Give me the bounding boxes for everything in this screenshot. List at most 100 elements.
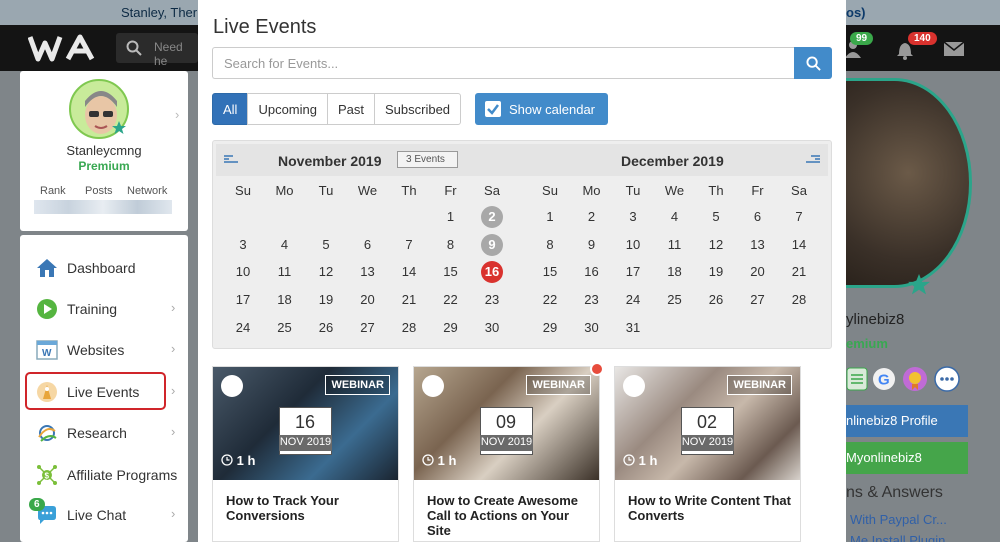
calendar-day[interactable]: 22: [437, 289, 465, 311]
show-calendar-toggle[interactable]: Show calendar: [475, 93, 608, 125]
google-badge-icon[interactable]: G: [872, 367, 896, 391]
calendar-day[interactable]: 2: [578, 206, 606, 228]
calendar-day[interactable]: 12: [312, 261, 340, 283]
calendar-day[interactable]: 16: [578, 261, 606, 283]
calendar-day[interactable]: 22: [536, 289, 564, 311]
event-duration-value: 1 h: [437, 453, 457, 468]
calendar-day[interactable]: 17: [229, 289, 257, 311]
prev-month-icon[interactable]: [223, 153, 239, 165]
calendar-day[interactable]: 6: [744, 206, 772, 228]
calendar-day[interactable]: 27: [744, 289, 772, 311]
calendar-day[interactable]: 6: [354, 234, 382, 256]
event-title[interactable]: How to Create Awesome Call to Actions on…: [427, 493, 592, 538]
sidebar-item-research[interactable]: Research ›: [20, 413, 188, 453]
calendar-day[interactable]: 26: [702, 289, 730, 311]
calendar-day[interactable]: 10: [229, 261, 257, 283]
calendar-day[interactable]: 20: [744, 261, 772, 283]
calendar-day[interactable]: 24: [619, 289, 647, 311]
event-card[interactable]: WEBINAR 02 NOV 2019 1 h How to Write Con…: [614, 366, 801, 542]
sidebar-item-affiliate-programs[interactable]: $ Affiliate Programs: [20, 455, 188, 495]
calendar-day[interactable]: 18: [661, 261, 689, 283]
more-options-icon[interactable]: [934, 366, 960, 392]
calendar-day[interactable]: 21: [785, 261, 813, 283]
weekday-label: Fr: [751, 183, 764, 198]
calendar-day[interactable]: 30: [478, 317, 506, 339]
membership-label: Premium: [78, 159, 130, 173]
list-badge-icon[interactable]: [846, 367, 868, 391]
calendar-day[interactable]: 31: [619, 317, 647, 339]
calendar-day[interactable]: 17: [619, 261, 647, 283]
calendar-day[interactable]: 28: [785, 289, 813, 311]
tab-subscribed[interactable]: Subscribed: [374, 93, 462, 125]
wa-logo-icon[interactable]: [28, 33, 100, 63]
calendar-day[interactable]: 20: [354, 289, 382, 311]
calendar-day[interactable]: 26: [312, 317, 340, 339]
wa-badge-icon: [623, 375, 645, 397]
event-title[interactable]: How to Track Your Conversions: [226, 493, 391, 523]
calendar-day[interactable]: 18: [271, 289, 299, 311]
calendar-day[interactable]: 12: [702, 234, 730, 256]
calendar-day[interactable]: 1: [536, 206, 564, 228]
calendar-event-day[interactable]: 16: [481, 261, 503, 284]
calendar-day[interactable]: 28: [395, 317, 423, 339]
calendar-day[interactable]: 9: [578, 234, 606, 256]
calendar-day[interactable]: 8: [437, 234, 465, 256]
member-profile-button[interactable]: nlinebiz8 Profile: [846, 405, 968, 437]
calendar-day[interactable]: 30: [578, 317, 606, 339]
calendar-day[interactable]: 19: [312, 289, 340, 311]
sidebar-item-live-chat[interactable]: 6 Live Chat ›: [20, 495, 188, 535]
calendar-day[interactable]: 21: [395, 289, 423, 311]
event-card[interactable]: WEBINAR 16 NOV 2019 1 h How to Track You…: [212, 366, 399, 542]
calendar-day[interactable]: 25: [271, 317, 299, 339]
calendar-day[interactable]: 14: [395, 261, 423, 283]
sidebar-item-training[interactable]: Training ›: [20, 289, 188, 329]
tab-past[interactable]: Past: [326, 93, 375, 125]
calendar-day[interactable]: 29: [437, 317, 465, 339]
medal-badge-icon[interactable]: [902, 366, 928, 392]
calendar-day[interactable]: 23: [478, 289, 506, 311]
tab-all[interactable]: All: [212, 93, 249, 125]
question-link[interactable]: Me Install Plugin: [850, 533, 945, 542]
tab-upcoming[interactable]: Upcoming: [247, 93, 328, 125]
calendar-day[interactable]: 15: [437, 261, 465, 283]
event-title[interactable]: How to Write Content That Converts: [628, 493, 793, 523]
sidebar-item-dashboard[interactable]: Dashboard: [20, 248, 188, 288]
events-search-input[interactable]: Search for Events...: [212, 47, 794, 79]
calendar-day[interactable]: 4: [271, 234, 299, 256]
calendar-day[interactable]: 5: [312, 234, 340, 256]
calendar-day[interactable]: 19: [702, 261, 730, 283]
calendar-day[interactable]: 27: [354, 317, 382, 339]
sidebar-item-label: Live Chat: [67, 507, 127, 523]
calendar-day[interactable]: 14: [785, 234, 813, 256]
calendar-day[interactable]: 7: [785, 206, 813, 228]
calendar-day[interactable]: 29: [536, 317, 564, 339]
calendar-day[interactable]: 13: [744, 234, 772, 256]
calendar-day[interactable]: 15: [536, 261, 564, 283]
member-secondary-button[interactable]: Myonlinebiz8: [846, 442, 968, 474]
calendar-day[interactable]: 1: [437, 206, 465, 228]
calendar-day[interactable]: 4: [661, 206, 689, 228]
calendar-day[interactable]: 13: [354, 261, 382, 283]
next-month-icon[interactable]: [805, 153, 821, 165]
calendar-day[interactable]: 5: [702, 206, 730, 228]
calendar-day[interactable]: 23: [578, 289, 606, 311]
header-search-input[interactable]: Need he: [116, 33, 198, 68]
calendar-event-day[interactable]: 2: [481, 206, 503, 228]
calendar-day[interactable]: 11: [271, 261, 299, 283]
calendar-day[interactable]: 24: [229, 317, 257, 339]
sidebar-item-websites[interactable]: W Websites ›: [20, 330, 188, 370]
calendar-day[interactable]: 10: [619, 234, 647, 256]
calendar-day[interactable]: 7: [395, 234, 423, 256]
calendar-event-day[interactable]: 9: [481, 233, 503, 256]
clock-icon: [623, 454, 635, 466]
event-card[interactable]: WEBINAR 09 NOV 2019 1 h How to Create Aw…: [413, 366, 600, 542]
profile-chevron-icon[interactable]: ›: [175, 107, 179, 122]
calendar-day[interactable]: 8: [536, 234, 564, 256]
mail-icon[interactable]: [943, 41, 965, 57]
question-link[interactable]: With Paypal Cr...: [850, 512, 947, 527]
calendar-day[interactable]: 25: [661, 289, 689, 311]
calendar-day[interactable]: 11: [661, 234, 689, 256]
calendar-day[interactable]: 3: [229, 234, 257, 256]
calendar-day[interactable]: 3: [619, 206, 647, 228]
events-search-button[interactable]: [794, 47, 832, 79]
